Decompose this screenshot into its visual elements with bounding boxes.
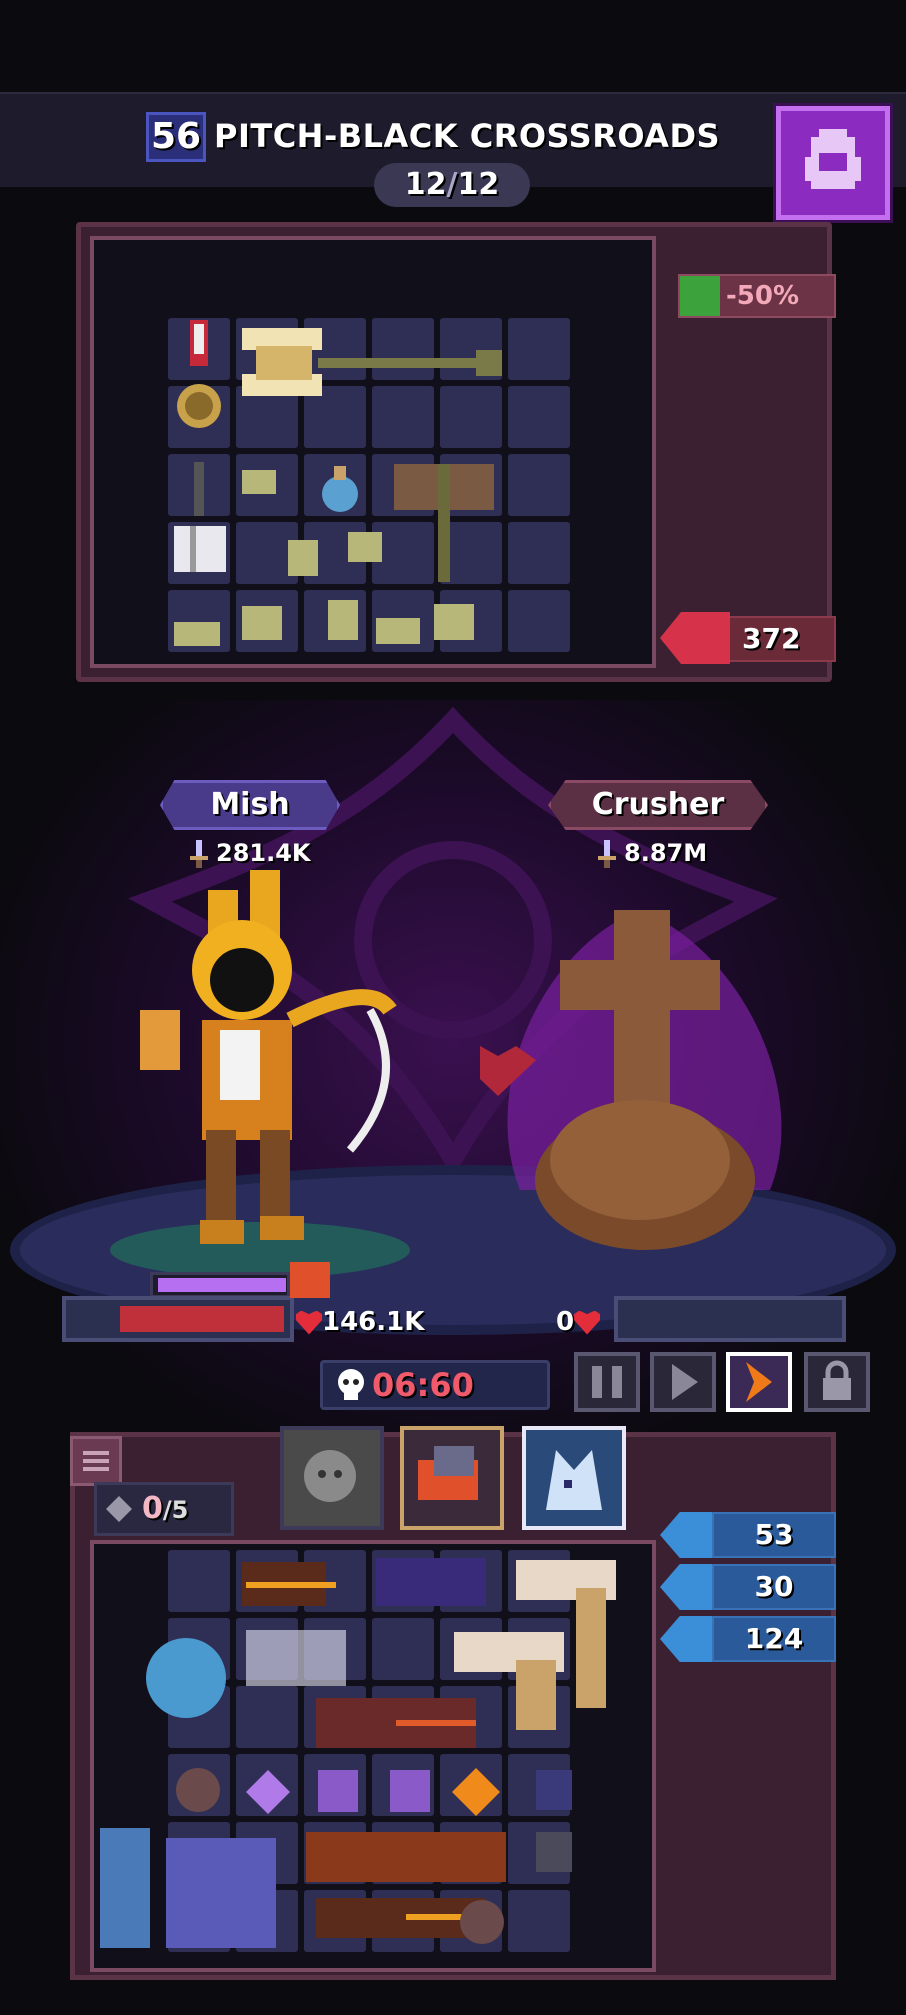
wolf-portrait-icon bbox=[546, 1450, 602, 1510]
enemy-hp: 0 bbox=[556, 1302, 601, 1342]
dragon-portrait-icon bbox=[418, 1446, 478, 1500]
slots-value: 0/5 bbox=[142, 1484, 188, 1535]
backpack-button[interactable] bbox=[776, 106, 890, 220]
companion-portrait-3[interactable] bbox=[522, 1426, 626, 1530]
player-hp-value: 146.1K bbox=[322, 1307, 425, 1337]
slots-max: /5 bbox=[162, 1496, 189, 1524]
player-hp: 146.1K bbox=[296, 1302, 424, 1342]
pause-button[interactable] bbox=[574, 1352, 640, 1412]
pause-icon bbox=[592, 1366, 622, 1398]
stage-title: PITCH-BLACK CROSSROADS bbox=[214, 117, 721, 155]
heal-debuff-value: -50% bbox=[726, 281, 800, 311]
speed-icon bbox=[746, 1362, 772, 1402]
lock-icon bbox=[823, 1360, 851, 1400]
enemy-hp-value: 0 bbox=[556, 1307, 575, 1337]
stage-level-badge: 56 bbox=[146, 112, 206, 162]
enemy-inventory-cell[interactable] bbox=[508, 590, 570, 652]
menu-icon bbox=[83, 1451, 109, 1471]
enemy-hp-bar bbox=[614, 1296, 846, 1342]
gem-icon bbox=[106, 1496, 132, 1522]
companion-portrait-2[interactable] bbox=[400, 1426, 504, 1530]
wave-current: 12 bbox=[404, 167, 447, 202]
wave-counter: 12/12 bbox=[374, 163, 530, 207]
enemy-name: Crusher bbox=[591, 787, 725, 822]
wave-total: 12 bbox=[457, 167, 500, 202]
stat-value-1: 53 bbox=[754, 1518, 794, 1551]
player-shield-fill bbox=[158, 1278, 286, 1292]
hammer-item[interactable] bbox=[238, 318, 508, 418]
menu-button[interactable] bbox=[70, 1436, 122, 1486]
enemy-gold-value: 372 bbox=[742, 622, 801, 655]
heart-icon bbox=[574, 1310, 601, 1335]
stat-value-2: 30 bbox=[754, 1570, 794, 1603]
sword-icon bbox=[598, 840, 616, 868]
fire-icon bbox=[290, 1262, 330, 1298]
play-button[interactable] bbox=[650, 1352, 716, 1412]
backpack-icon bbox=[805, 129, 861, 189]
scrap-items[interactable] bbox=[166, 456, 516, 656]
heart-icon bbox=[296, 1310, 322, 1335]
slots-used: 0 bbox=[142, 1491, 163, 1526]
medal-item[interactable] bbox=[168, 314, 230, 444]
ghost-portrait-icon bbox=[304, 1450, 356, 1502]
enemy-power-value: 8.87M bbox=[624, 839, 708, 867]
player-hp-fill bbox=[120, 1306, 284, 1332]
enemy-power: 8.87M bbox=[596, 836, 707, 870]
debuff-icon bbox=[680, 276, 720, 316]
enemy-inventory-cell[interactable] bbox=[508, 318, 570, 380]
skull-icon bbox=[338, 1369, 364, 1400]
play-icon bbox=[672, 1364, 698, 1400]
battle-timer-value: 06:60 bbox=[372, 1366, 474, 1404]
companion-portrait-1[interactable] bbox=[280, 1426, 384, 1530]
enemy-inventory-cell[interactable] bbox=[508, 522, 570, 584]
player-name: Mish bbox=[210, 787, 290, 822]
speed-button[interactable] bbox=[726, 1352, 792, 1412]
enemy-inventory-cell[interactable] bbox=[508, 386, 570, 448]
player-hero-sprite bbox=[110, 870, 410, 1278]
stat-value-3: 124 bbox=[744, 1622, 804, 1655]
enemy-inventory-cell[interactable] bbox=[508, 454, 570, 516]
player-items[interactable] bbox=[96, 1548, 652, 1968]
lock-button[interactable] bbox=[804, 1352, 870, 1412]
wave-separator: / bbox=[446, 167, 458, 202]
enemy-tombstone-sprite bbox=[480, 910, 782, 1250]
